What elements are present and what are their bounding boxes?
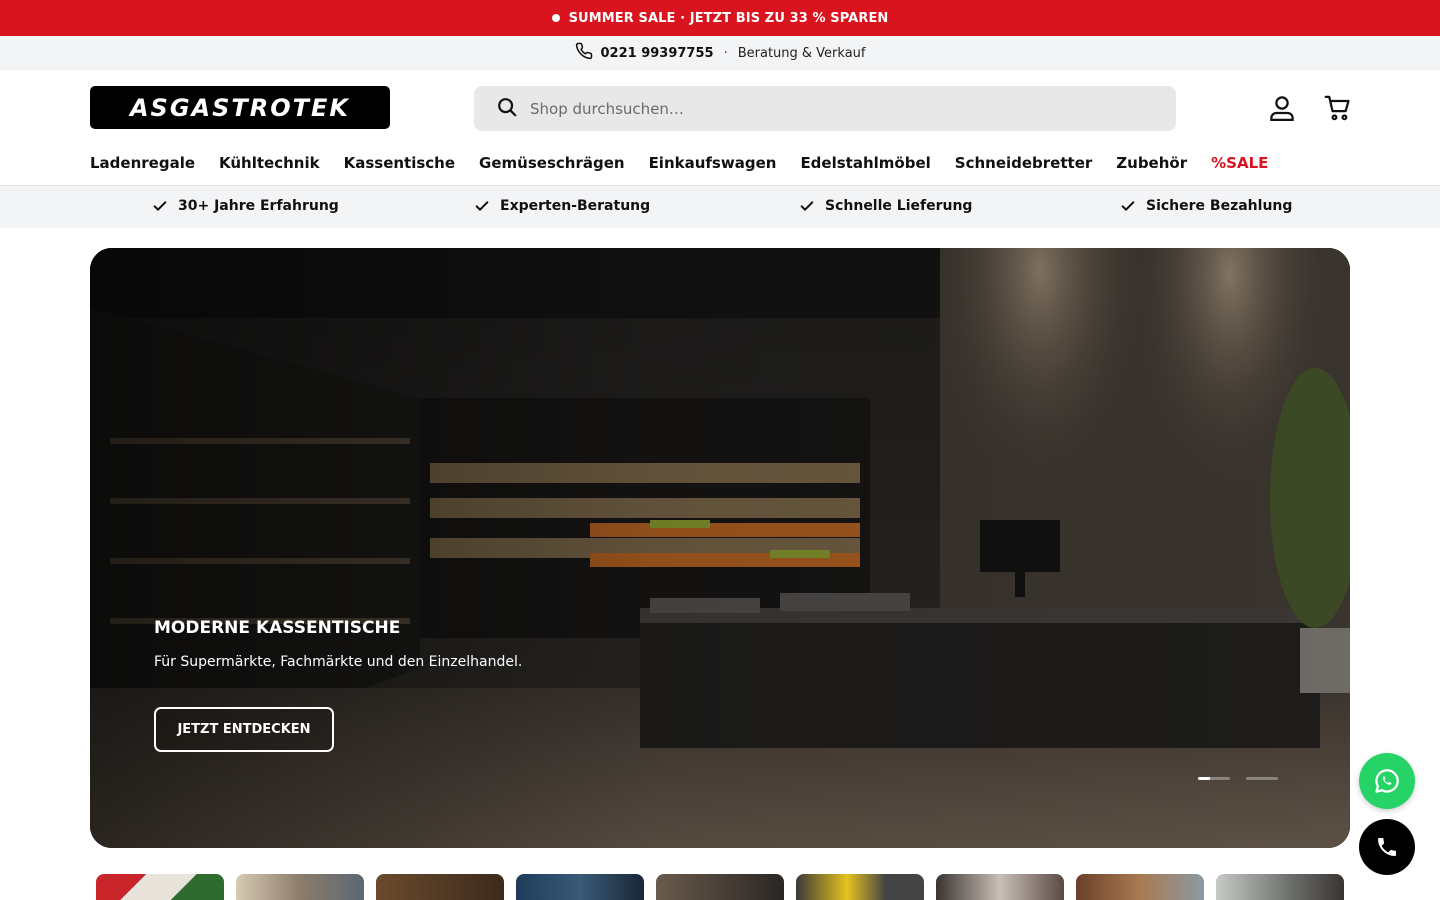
search-icon[interactable]	[496, 96, 518, 122]
usp-label: Experten-Beratung	[500, 198, 651, 214]
main-nav: Ladenregale Kühltechnik Kassentische Gem…	[0, 146, 1440, 186]
category-thumbnail[interactable]	[376, 874, 504, 900]
nav-item-kuehltechnik[interactable]: Kühltechnik	[219, 154, 320, 172]
whatsapp-button[interactable]	[1359, 753, 1415, 809]
check-icon	[800, 201, 814, 211]
logo[interactable]: ASGASTROTEK	[90, 86, 390, 129]
check-icon	[1121, 201, 1135, 211]
contact-description: Beratung & Verkauf	[737, 45, 866, 61]
search-bar[interactable]	[474, 86, 1176, 131]
slider-dot[interactable]	[1246, 777, 1278, 780]
category-thumbnail[interactable]	[1076, 874, 1204, 900]
account-icon[interactable]	[1266, 92, 1298, 124]
promo-text: SUMMER SALE · JETZT BIS ZU 33 % SPAREN	[568, 10, 889, 26]
nav-item-schneidebretter[interactable]: Schneidebretter	[955, 154, 1093, 172]
usp-item: 30+ Jahre Erfahrung	[152, 198, 339, 214]
nav-item-edelstahlmoebel[interactable]: Edelstahlmöbel	[800, 154, 930, 172]
nav-item-kassentische[interactable]: Kassentische	[344, 154, 455, 172]
usp-label: Schnelle Lieferung	[825, 198, 973, 214]
search-input[interactable]	[530, 99, 1130, 118]
promo-dot	[551, 14, 560, 22]
category-thumbnail[interactable]	[96, 874, 224, 900]
hero-cta-button[interactable]: JETZT ENTDECKEN	[154, 707, 334, 752]
category-thumbnail[interactable]	[796, 874, 924, 900]
hero-subtitle: Für Supermärkte, Fachmärkte und den Einz…	[154, 654, 523, 670]
hero-title: MODERNE KASSENTISCHE	[154, 618, 401, 638]
category-thumbnails	[96, 874, 1344, 900]
call-icon	[1378, 838, 1396, 856]
call-button[interactable]	[1359, 819, 1415, 875]
usp-item: Sichere Bezahlung	[1120, 198, 1292, 214]
category-thumbnail[interactable]	[656, 874, 784, 900]
usp-label: 30+ Jahre Erfahrung	[178, 198, 339, 214]
category-thumbnail[interactable]	[1216, 874, 1344, 900]
category-thumbnail[interactable]	[936, 874, 1064, 900]
phone-icon	[575, 42, 601, 64]
site-header: ASGASTROTEK	[0, 70, 1440, 146]
hero-slider: MODERNE KASSENTISCHE Für Supermärkte, Fa…	[90, 248, 1350, 848]
slider-dot[interactable]	[1198, 777, 1230, 780]
slider-dot-progress	[1198, 777, 1210, 780]
nav-list: Ladenregale Kühltechnik Kassentische Gem…	[90, 154, 1268, 172]
nav-item-zubehoer[interactable]: Zubehör	[1116, 154, 1187, 172]
slider-dots	[1198, 777, 1278, 780]
category-thumbnail[interactable]	[236, 874, 364, 900]
category-thumbnail[interactable]	[516, 874, 644, 900]
nav-item-einkaufswagen[interactable]: Einkaufswagen	[649, 154, 777, 172]
nav-item-gemueseschraegen[interactable]: Gemüseschrägen	[479, 154, 625, 172]
nav-item-ladenregale[interactable]: Ladenregale	[90, 154, 195, 172]
usp-label: Sichere Bezahlung	[1146, 198, 1293, 214]
whatsapp-icon	[1375, 769, 1399, 793]
usp-bar: 30+ Jahre Erfahrung Experten-Beratung Sc…	[0, 186, 1440, 228]
logo-text: ASGASTROTEK	[129, 93, 351, 122]
check-icon	[475, 201, 489, 211]
usp-item: Experten-Beratung	[474, 198, 650, 214]
promo-bar: SUMMER SALE · JETZT BIS ZU 33 % SPAREN	[0, 0, 1440, 36]
check-icon	[153, 201, 167, 211]
nav-item-sale[interactable]: %SALE	[1211, 154, 1268, 172]
cart-icon[interactable]	[1322, 92, 1354, 124]
contact-separator: ·	[723, 45, 728, 61]
hero-image	[90, 248, 1350, 848]
usp-item: Schnelle Lieferung	[799, 198, 972, 214]
phone-link[interactable]: 0221 99397755	[601, 46, 714, 61]
contact-bar: 0221 99397755 · Beratung & Verkauf	[0, 36, 1440, 70]
